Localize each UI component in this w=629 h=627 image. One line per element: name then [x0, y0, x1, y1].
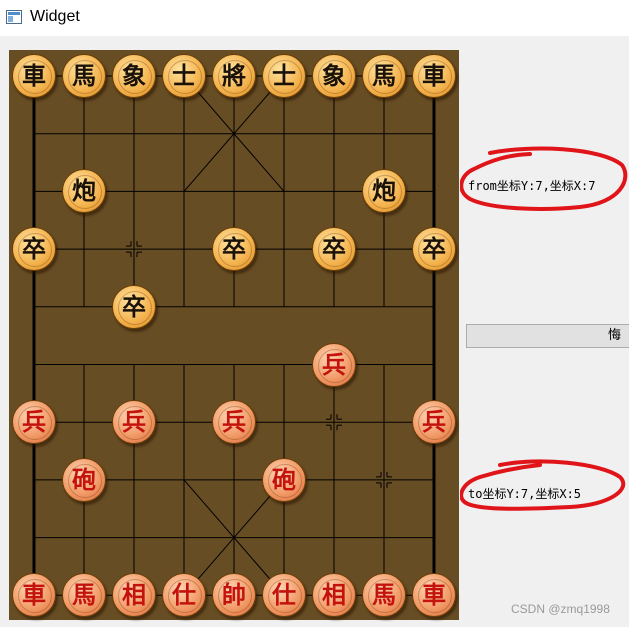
piece-character: 兵 [322, 349, 346, 379]
board-grid [32, 75, 436, 596]
piece-character: 車 [422, 580, 446, 610]
piece-red[interactable]: 兵 [312, 342, 356, 387]
piece-character: 馬 [372, 61, 396, 90]
piece-black[interactable]: 卒 [112, 284, 156, 329]
piece-character: 卒 [22, 234, 46, 264]
xiangqi-board[interactable]: 車馬象士將士象馬車炮炮卒卒卒卒卒兵兵兵兵兵砲砲車馬相仕帥仕相馬車 [9, 50, 459, 620]
window-app-icon [6, 10, 22, 24]
piece-character: 仕 [272, 580, 296, 610]
piece-character: 卒 [222, 234, 246, 264]
piece-red[interactable]: 相 [312, 573, 356, 618]
piece-character: 仕 [172, 580, 196, 610]
csdn-watermark: CSDN @zmq1998 [511, 602, 610, 616]
piece-black[interactable]: 象 [312, 54, 356, 98]
piece-character: 馬 [72, 580, 96, 610]
piece-black[interactable]: 車 [412, 54, 456, 98]
piece-black[interactable]: 馬 [362, 54, 406, 98]
piece-red[interactable]: 車 [12, 573, 56, 618]
piece-black[interactable]: 士 [262, 54, 306, 98]
piece-character: 將 [222, 61, 246, 90]
piece-character: 帥 [222, 580, 246, 610]
piece-black[interactable]: 卒 [312, 227, 356, 272]
piece-black[interactable]: 士 [162, 54, 206, 98]
piece-character: 象 [122, 61, 146, 90]
piece-character: 卒 [122, 291, 146, 321]
piece-character: 相 [322, 580, 346, 610]
red-annotation-circle-to [460, 459, 626, 511]
piece-character: 士 [172, 61, 196, 90]
piece-black[interactable]: 馬 [62, 54, 106, 98]
piece-red[interactable]: 馬 [362, 573, 406, 618]
piece-black[interactable]: 車 [12, 54, 56, 98]
piece-black[interactable]: 將 [212, 54, 256, 98]
piece-red[interactable]: 兵 [12, 400, 56, 445]
window-title: Widget [30, 8, 80, 25]
piece-character: 砲 [72, 464, 96, 494]
piece-red[interactable]: 帥 [212, 573, 256, 618]
piece-character: 兵 [422, 407, 446, 437]
piece-black[interactable]: 卒 [412, 227, 456, 272]
piece-character: 卒 [422, 234, 446, 264]
piece-black[interactable]: 卒 [212, 227, 256, 272]
piece-black[interactable]: 象 [112, 54, 156, 98]
piece-character: 車 [422, 61, 446, 90]
piece-red[interactable]: 相 [112, 573, 156, 618]
piece-red[interactable]: 砲 [62, 457, 106, 502]
piece-red[interactable]: 兵 [412, 400, 456, 445]
piece-red[interactable]: 砲 [262, 457, 306, 502]
piece-character: 兵 [22, 407, 46, 437]
piece-character: 象 [322, 61, 346, 90]
piece-red[interactable]: 車 [412, 573, 456, 618]
piece-character: 兵 [222, 407, 246, 437]
piece-red[interactable]: 馬 [62, 573, 106, 618]
piece-red[interactable]: 兵 [212, 400, 256, 445]
piece-character: 兵 [122, 407, 146, 437]
piece-red[interactable]: 仕 [262, 573, 306, 618]
piece-character: 炮 [372, 176, 396, 206]
piece-character: 馬 [72, 61, 96, 90]
piece-character: 炮 [72, 176, 96, 206]
piece-red[interactable]: 仕 [162, 573, 206, 618]
red-annotation-circle-from [460, 146, 628, 211]
piece-character: 相 [122, 580, 146, 610]
piece-character: 士 [272, 61, 296, 90]
piece-character: 車 [22, 580, 46, 610]
piece-red[interactable]: 兵 [112, 400, 156, 445]
piece-character: 卒 [322, 234, 346, 264]
title-bar: Widget [0, 0, 629, 36]
undo-button[interactable]: 悔 [466, 324, 629, 348]
piece-character: 砲 [272, 464, 296, 494]
piece-character: 車 [22, 61, 46, 90]
piece-black[interactable]: 卒 [12, 227, 56, 272]
piece-character: 馬 [372, 580, 396, 610]
